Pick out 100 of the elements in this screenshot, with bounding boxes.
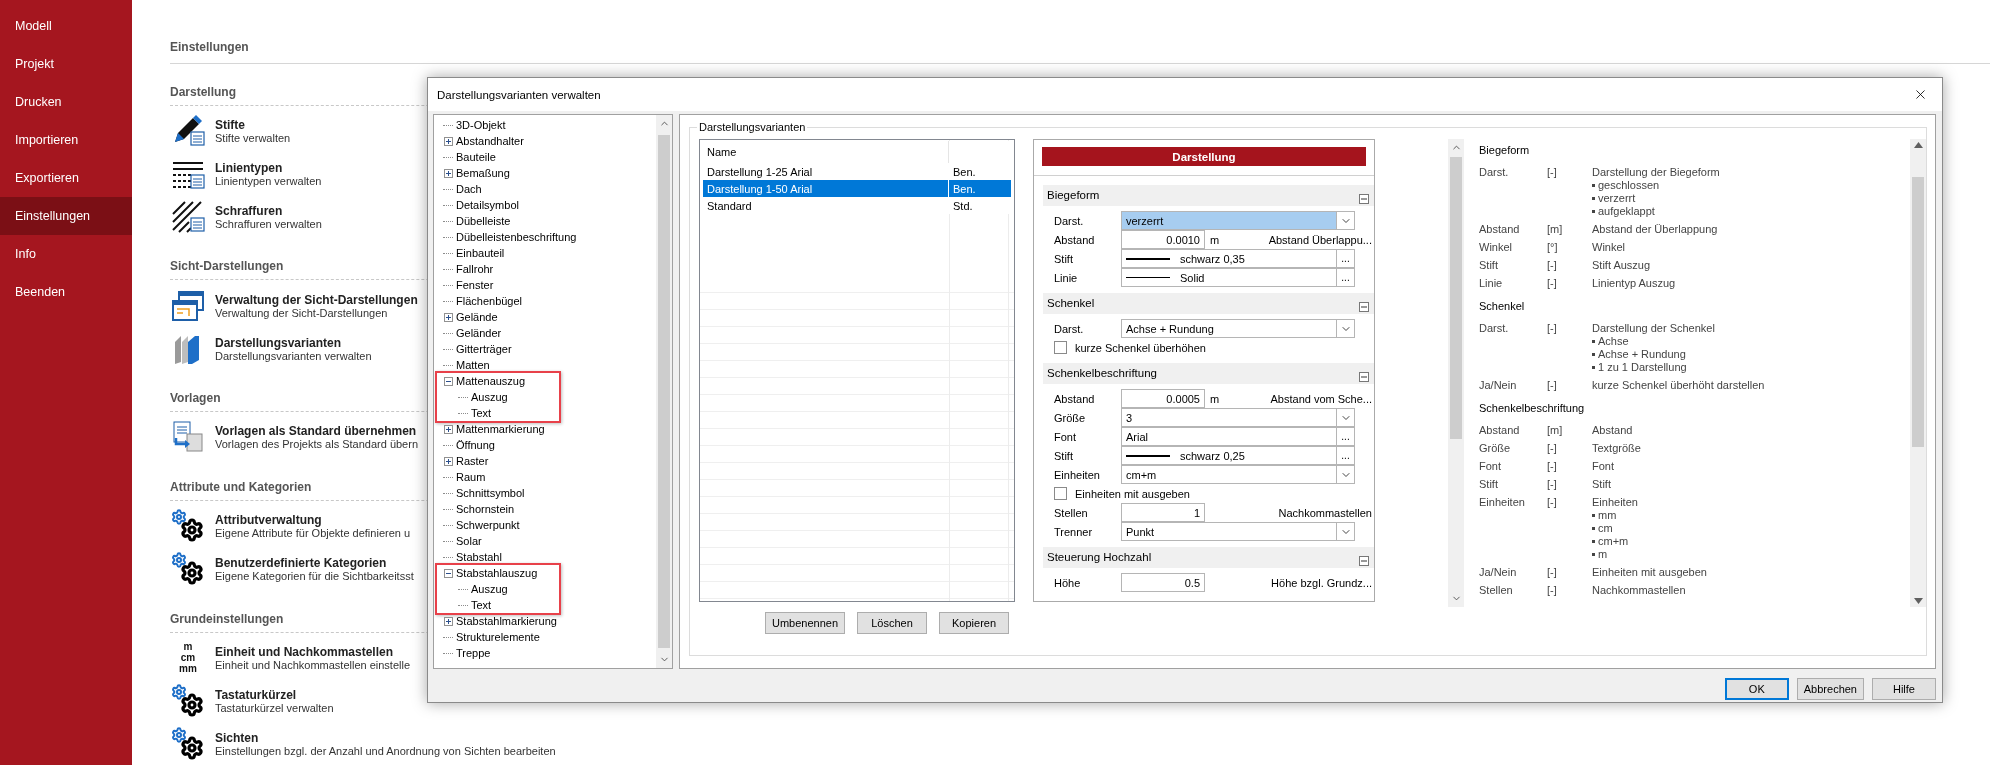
- number-field[interactable]: 0.5: [1121, 573, 1205, 592]
- tree-item[interactable]: Strukturelemente: [456, 631, 540, 643]
- sidebar-item[interactable]: Beenden: [0, 273, 132, 311]
- dropdown-field[interactable]: cm+m: [1121, 465, 1355, 484]
- tree-item[interactable]: Auszug: [471, 583, 508, 595]
- tree-item[interactable]: Gitterträger: [456, 343, 512, 355]
- document-arrow-icon: [171, 420, 205, 455]
- text-field[interactable]: schwarz 0,35 ...: [1121, 249, 1355, 268]
- tree-item[interactable]: Bemaßung: [456, 167, 510, 179]
- setting-title[interactable]: Tastaturkürzel: [215, 687, 334, 702]
- tree-item[interactable]: Auszug: [471, 391, 508, 403]
- units-label: m cm mm: [178, 641, 198, 675]
- minus-box-icon[interactable]: [444, 568, 453, 578]
- plus-box-icon[interactable]: [444, 424, 453, 434]
- tree-item[interactable]: Schnittsymbol: [456, 487, 525, 499]
- dialog-button[interactable]: OK: [1724, 678, 1789, 700]
- tree-item[interactable]: Einbauteil: [456, 247, 505, 259]
- checkbox-label: Einheiten mit ausgeben: [1075, 487, 1190, 500]
- setting-title[interactable]: Einheit und Nachkommastellen: [215, 644, 411, 659]
- tree-item[interactable]: Bauteile: [456, 151, 496, 163]
- dialog-button[interactable]: Hilfe: [1872, 678, 1936, 700]
- number-field[interactable]: 0.0005: [1121, 389, 1205, 408]
- setting-title[interactable]: Attributverwaltung: [215, 513, 411, 528]
- collapse-icon[interactable]: [1359, 194, 1369, 204]
- tree-item[interactable]: Text: [471, 599, 492, 611]
- dialog-button[interactable]: Kopieren: [939, 612, 1010, 634]
- tree-item[interactable]: Fallrohr: [456, 263, 494, 275]
- tree-item[interactable]: Solar: [456, 535, 482, 547]
- collapse-icon[interactable]: [1359, 302, 1369, 312]
- dropdown-field[interactable]: Punkt: [1121, 522, 1355, 541]
- setting-description: Vorlagen des Projekts als Standard übern: [215, 438, 419, 451]
- setting-title[interactable]: Darstellungsvarianten: [215, 335, 372, 350]
- tree-item[interactable]: Mattenauszug: [456, 375, 526, 387]
- tree-item[interactable]: Gelände: [456, 311, 498, 323]
- tree-item[interactable]: Treppe: [456, 647, 491, 659]
- setting-title[interactable]: Linientypen: [215, 161, 322, 176]
- setting-description: Eigene Attribute für Objekte definieren u: [215, 527, 411, 540]
- dropdown-field[interactable]: 3: [1121, 408, 1355, 427]
- setting-title[interactable]: Sichten: [215, 730, 556, 745]
- field-note: Abstand vom Sche...: [1269, 392, 1373, 405]
- tree-item[interactable]: Stabstahl: [456, 551, 502, 563]
- tree-item[interactable]: Dübelleistenbeschriftung: [456, 231, 577, 243]
- dropdown-field[interactable]: verzerrt: [1121, 211, 1355, 230]
- sidebar-item[interactable]: Projekt: [0, 45, 132, 83]
- sidebar-item[interactable]: Importieren: [0, 121, 132, 159]
- setting-title[interactable]: Benutzerdefinierte Kategorien: [215, 556, 414, 571]
- sidebar-item[interactable]: Info: [0, 235, 132, 273]
- plus-box-icon[interactable]: [444, 616, 453, 626]
- sidebar-item[interactable]: Drucken: [0, 83, 132, 121]
- text-field[interactable]: Solid ...: [1121, 268, 1355, 287]
- setting-title[interactable]: Stifte: [215, 118, 291, 133]
- tree-item[interactable]: Stabstahlauszug: [456, 567, 538, 579]
- field-label: Darst.: [1053, 214, 1085, 227]
- dropdown-field[interactable]: Achse + Rundung: [1121, 319, 1355, 338]
- help-description: Darstellung der Schenkel: [1592, 322, 1716, 335]
- tree-item[interactable]: Mattenmarkierung: [456, 423, 545, 435]
- sidebar-item[interactable]: Einstellungen: [0, 197, 132, 235]
- setting-description: Einheit und Nachkommastellen einstelle: [215, 658, 411, 671]
- dialog-button[interactable]: Löschen: [857, 612, 928, 634]
- section-title: Schenkel: [1047, 296, 1095, 309]
- sidebar-item[interactable]: Exportieren: [0, 159, 132, 197]
- bullet-icon: [1592, 210, 1595, 213]
- tree-item[interactable]: Abstandhalter: [456, 135, 524, 147]
- list-row[interactable]: Darstellung 1-50 Arial Ben.: [703, 180, 1011, 197]
- tree-item[interactable]: Fenster: [456, 279, 494, 291]
- help-option: aufgeklappt: [1598, 205, 1655, 218]
- tree-item[interactable]: Matten: [456, 359, 490, 371]
- text-field[interactable]: Arial ...: [1121, 427, 1355, 446]
- plus-box-icon[interactable]: [444, 168, 453, 178]
- tree-item[interactable]: Raster: [456, 455, 489, 467]
- tree-item[interactable]: Detailsymbol: [456, 199, 519, 211]
- plus-box-icon[interactable]: [444, 456, 453, 466]
- setting-title[interactable]: Schraffuren: [215, 204, 322, 219]
- field-note: Nachkommastellen: [1277, 506, 1373, 519]
- checkbox[interactable]: [1054, 341, 1067, 354]
- tree-item[interactable]: Öffnung: [456, 439, 495, 451]
- minus-box-icon[interactable]: [444, 376, 453, 386]
- plus-box-icon[interactable]: [444, 312, 453, 322]
- tree-item[interactable]: Dübelleiste: [456, 215, 511, 227]
- help-unit: [-]: [1547, 478, 1558, 491]
- tree-item[interactable]: Flächenbügel: [456, 295, 523, 307]
- dialog-button[interactable]: Abbrechen: [1796, 678, 1864, 700]
- sidebar-item[interactable]: Modell: [0, 7, 132, 45]
- tree-item[interactable]: Schornstein: [456, 503, 515, 515]
- help-unit: [m]: [1547, 223, 1564, 236]
- tree-item[interactable]: Geländer: [456, 327, 502, 339]
- text-field[interactable]: schwarz 0,25 ...: [1121, 446, 1355, 465]
- setting-title[interactable]: Vorlagen als Standard übernehmen: [215, 424, 419, 439]
- tree-item[interactable]: Schwerpunkt: [456, 519, 520, 531]
- plus-box-icon[interactable]: [444, 136, 453, 146]
- number-field[interactable]: 0.0010: [1121, 230, 1205, 249]
- collapse-icon[interactable]: [1359, 556, 1369, 566]
- number-field[interactable]: 1: [1121, 503, 1205, 522]
- dialog-button[interactable]: Umbenennen: [764, 612, 846, 634]
- collapse-icon[interactable]: [1359, 372, 1369, 382]
- tree-item[interactable]: 3D-Objekt: [456, 119, 506, 131]
- help-unit: [-]: [1547, 259, 1558, 272]
- tree-item[interactable]: Dach: [456, 183, 482, 195]
- setting-title[interactable]: Verwaltung der Sicht-Darstellungen: [215, 292, 418, 307]
- checkbox[interactable]: [1054, 487, 1067, 500]
